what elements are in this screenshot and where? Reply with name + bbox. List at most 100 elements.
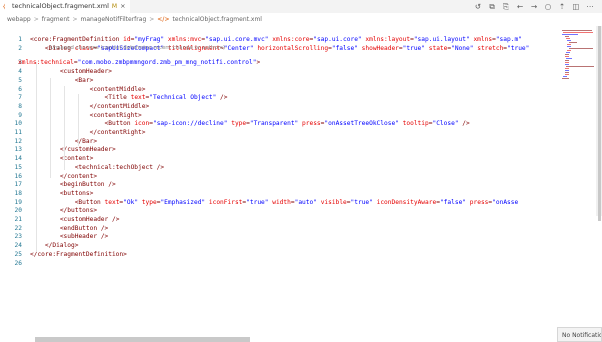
code-editor[interactable]: 1 <core:FragmentDefinition id="myFrag" xm…	[0, 36, 560, 296]
more-icon[interactable]: ⋯	[586, 0, 594, 13]
code-text: </core:FragmentDefinition>	[30, 250, 127, 258]
compare-icon[interactable]: ⧉	[488, 0, 496, 13]
code-line[interactable]: 8 </contentMiddle>	[0, 103, 560, 112]
tab-label: technicalObject.fragment.xml	[12, 2, 109, 10]
minimap-line	[564, 74, 569, 75]
line-number: 19	[14, 198, 22, 206]
blame-hint: Unsaved changes (cannot determine recent…	[50, 45, 226, 51]
open-changes-icon[interactable]: ⎘	[502, 0, 510, 13]
code-line[interactable]: 6 <contentMiddle>	[0, 86, 560, 95]
breadcrumb: webapp > fragment > manageNotifFilterfra…	[7, 15, 262, 24]
minimap-line	[564, 36, 569, 37]
line-number: 25	[14, 250, 22, 258]
code-line[interactable]: 26	[0, 260, 560, 269]
minimap[interactable]	[560, 26, 594, 226]
code-text: <Bar>	[74, 76, 94, 84]
modified-indicator: M	[111, 2, 118, 10]
editor-tab[interactable]: ⧼ technicalObject.fragment.xml M ×	[0, 0, 130, 13]
code-line[interactable]: 20 </buttons>	[0, 207, 560, 216]
minimap-line	[564, 64, 569, 65]
code-line[interactable]: 3 xmlns:technical="com.mobo.zmbpmmngord.z…	[0, 59, 560, 68]
code-line[interactable]: 13 </customHeader>	[0, 146, 560, 155]
breadcrumb-item-folder[interactable]: manageNotifFilterfrag	[81, 16, 147, 23]
circle-icon[interactable]: ○	[544, 0, 552, 13]
code-text: <contentRight>	[89, 111, 142, 119]
code-line[interactable]: 16 </content>	[0, 173, 560, 182]
line-number: 17	[14, 181, 22, 189]
code-line[interactable]: 24 </Dialog>	[0, 242, 560, 251]
code-text: </buttons>	[59, 207, 98, 215]
chevron-right-icon: >	[149, 16, 155, 23]
code-line[interactable]: 4 <customHeader>	[0, 68, 560, 77]
line-number: 20	[14, 207, 22, 215]
code-text: </contentMiddle>	[89, 102, 150, 110]
code-text: <endButton />	[59, 224, 109, 232]
line-number: 5	[18, 76, 22, 84]
arrow-up-icon[interactable]: ⇡	[558, 0, 566, 13]
code-text: <Title text="Technical Object" />	[104, 94, 228, 102]
line-number: 7	[18, 94, 22, 102]
code-text: </content>	[59, 172, 98, 180]
minimap-line	[566, 38, 570, 39]
notification-toast[interactable]: No Notificatio	[557, 327, 602, 342]
code-line[interactable]: 5 <Bar>	[0, 77, 560, 86]
indent-guide	[36, 62, 37, 252]
code-line[interactable]: 7 <Title text="Technical Object" />	[0, 94, 560, 103]
minimap-line	[564, 70, 569, 71]
minimap-line	[563, 32, 594, 33]
code-text: <buttons>	[59, 189, 94, 197]
minimap-line	[567, 50, 572, 51]
chevron-right-icon: >	[72, 16, 78, 23]
minimap-line	[564, 68, 569, 69]
code-line[interactable]: 15 <technical:techObject />	[0, 164, 560, 173]
minimap-line	[567, 46, 572, 47]
minimap-line	[563, 76, 568, 77]
code-text: <customHeader>	[59, 68, 112, 76]
minimap-line	[564, 62, 569, 63]
minimap-line	[562, 30, 592, 31]
line-number: 15	[14, 163, 22, 171]
minimap-line	[564, 56, 569, 57]
line-number: 22	[14, 224, 22, 232]
close-icon[interactable]: ×	[120, 2, 125, 10]
line-number: 13	[14, 146, 22, 154]
code-text: <content>	[59, 155, 94, 163]
split-editor-icon[interactable]: ◫	[572, 0, 580, 13]
code-line[interactable]: 10 <Button icon="sap-icon://decline" typ…	[0, 120, 560, 129]
horizontal-scrollbar[interactable]	[35, 337, 250, 342]
code-line[interactable]: 22 <endButton />	[0, 225, 560, 234]
breadcrumb-item-file[interactable]: technicalObject.fragment.xml	[173, 16, 262, 23]
line-number: 6	[18, 85, 22, 93]
chevron-right-icon: >	[33, 16, 39, 23]
minimap-line	[562, 34, 579, 35]
code-line[interactable]: 9 <contentRight>	[0, 112, 560, 121]
code-line[interactable]: 21 <customHeader />	[0, 216, 560, 225]
minimap-line	[564, 54, 569, 55]
timeline-icon[interactable]: ↺	[474, 0, 482, 13]
xml-file-icon: </>	[157, 16, 170, 23]
minimap-line	[564, 60, 569, 61]
line-number: 9	[18, 111, 22, 119]
vertical-scrollbar-thumb[interactable]	[598, 26, 601, 221]
code-line[interactable]: 12 </Bar>	[0, 138, 560, 147]
code-line[interactable]: 17 <beginButton />	[0, 181, 560, 190]
go-back-icon[interactable]: ←	[516, 0, 524, 13]
line-number: 11	[14, 129, 22, 136]
editor-actions: ↺ ⧉ ⎘ ← → ○ ⇡ ◫ ⋯	[474, 0, 594, 13]
go-forward-icon[interactable]: →	[530, 0, 538, 13]
minimap-line	[568, 48, 594, 49]
code-line[interactable]: 23 <subHeader />	[0, 233, 560, 242]
breadcrumb-item-fragment[interactable]: fragment	[42, 16, 70, 23]
line-number: 8	[18, 102, 22, 110]
code-line[interactable]: 11 </contentRight>	[0, 129, 560, 138]
line-number: 4	[18, 68, 22, 76]
tab-bar: ⧼ technicalObject.fragment.xml M × ↺ ⧉ ⎘…	[0, 0, 602, 13]
code-line[interactable]: 1 <core:FragmentDefinition id="myFrag" xm…	[0, 36, 560, 45]
code-line[interactable]: 25 </core:FragmentDefinition>	[0, 251, 560, 260]
code-line[interactable]: 19 <Button text="Ok" type="Emphasized" i…	[0, 199, 560, 208]
xml-file-icon: ⧼	[3, 2, 6, 10]
minimap-line	[567, 40, 572, 41]
code-line[interactable]: 14 <content>	[0, 155, 560, 164]
code-line[interactable]: 18 <buttons>	[0, 190, 560, 199]
breadcrumb-item-webapp[interactable]: webapp	[7, 16, 31, 23]
